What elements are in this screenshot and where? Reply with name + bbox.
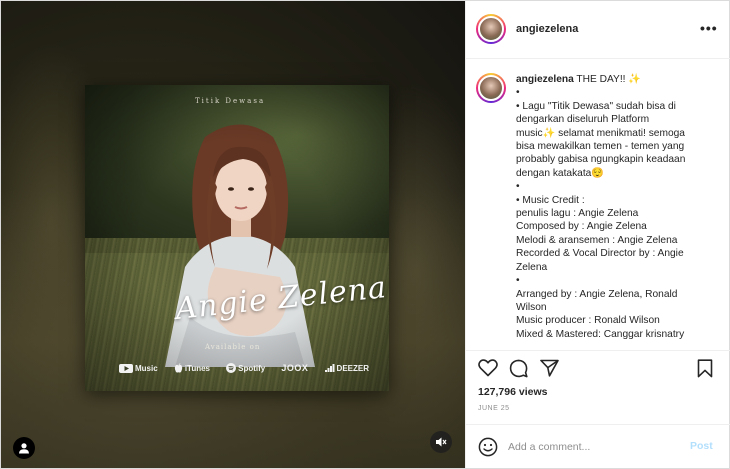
views-count[interactable]: 127,796 views <box>478 386 547 398</box>
caption-line: bisa mewakilkan temen - temen yang <box>516 141 685 153</box>
emoji-button[interactable] <box>478 437 498 462</box>
comment-icon <box>509 359 528 378</box>
spotify-icon <box>226 363 237 373</box>
caption-line: angiezelena THE DAY!! ✨ <box>516 74 641 85</box>
caption-line: • <box>516 275 520 287</box>
comment-input[interactable] <box>508 439 678 455</box>
cover-platform-logos: Music iTunes Spotify JOOX DEEZER <box>119 363 369 373</box>
heart-icon <box>478 359 498 377</box>
youtube-icon <box>119 363 133 373</box>
mute-toggle-button[interactable] <box>430 431 452 453</box>
caption-text: angiezelena THE DAY!! ✨ • • Lagu "Titik … <box>516 73 720 341</box>
deezer-icon <box>324 364 335 372</box>
caption-username-link[interactable]: angiezelena <box>516 74 574 85</box>
caption-line: Composed by : Angie Zelena <box>516 221 647 233</box>
post-header: angiezelena ••• <box>466 1 730 59</box>
caption-line: music✨ selamat menikmati! semoga <box>516 127 685 139</box>
save-button[interactable] <box>697 359 713 383</box>
like-button[interactable] <box>478 359 498 382</box>
caption-line: dengan katakata😌 <box>516 167 605 179</box>
smiley-icon <box>478 437 498 457</box>
caption-line: Melodi & aransemen : Angie Zelena <box>516 234 678 246</box>
platform-spotify: Spotify <box>226 363 265 373</box>
album-cover: Titik Dewasa Angie Zelena Available on M… <box>85 85 389 391</box>
platform-apple-music: Music <box>119 363 158 373</box>
platform-joox: JOOX <box>281 363 309 373</box>
caption-avatar[interactable] <box>476 73 506 103</box>
caption-line: penulis lagu : Angie Zelena <box>516 208 639 220</box>
tagged-user-button[interactable] <box>13 437 35 459</box>
person-icon <box>19 443 29 454</box>
caption-line: Arranged by : Angie Zelena, Ronald <box>516 288 678 300</box>
avatar[interactable] <box>476 14 506 44</box>
avatar-image <box>478 16 504 42</box>
caption-area[interactable]: angiezelena THE DAY!! ✨ • • Lagu "Titik … <box>466 60 730 350</box>
speaker-muted-icon <box>436 437 447 447</box>
platform-itunes: iTunes <box>174 363 210 373</box>
caption-line: Music producer : Ronald Wilson <box>516 315 660 327</box>
caption-line: • Lagu "Titik Dewasa" sudah bisa di <box>516 100 676 112</box>
caption-line: Recorded & Vocal Director by : Angie <box>516 248 684 260</box>
caption-line: • <box>516 87 520 99</box>
caption-line: • Music Credit : <box>516 194 585 206</box>
caption-line: dengarkan diseluruh Platform <box>516 114 650 126</box>
caption-line: Wilson <box>516 301 547 313</box>
paper-plane-icon <box>540 359 559 377</box>
share-button[interactable] <box>540 359 559 382</box>
caption-line: Zelena <box>516 261 548 273</box>
comment-bar: Post <box>466 424 730 468</box>
post-actions <box>466 350 730 380</box>
cover-available-text: Available on <box>205 343 261 351</box>
cover-song-title: Titik Dewasa <box>195 97 266 105</box>
caption-line: • <box>516 181 520 193</box>
caption-line: probably gabisa ngungkapin keadaan <box>516 154 686 166</box>
post-comment-button[interactable]: Post <box>690 440 713 452</box>
post-date[interactable]: JUNE 25 <box>478 405 510 412</box>
comment-button[interactable] <box>509 359 528 383</box>
more-options-button[interactable]: ••• <box>700 21 718 35</box>
apple-icon <box>174 363 182 373</box>
avatar-image <box>478 75 504 101</box>
platform-deezer: DEEZER <box>324 364 369 373</box>
bookmark-icon <box>697 359 713 378</box>
post-media[interactable]: Titik Dewasa Angie Zelena Available on M… <box>1 1 465 468</box>
caption-line: Mixed & Mastered: Canggar krisnatry <box>516 328 685 340</box>
header-username-link[interactable]: angiezelena <box>516 23 578 35</box>
post-side-panel: angiezelena ••• angiezelena THE DAY!! ✨ … <box>465 1 730 468</box>
